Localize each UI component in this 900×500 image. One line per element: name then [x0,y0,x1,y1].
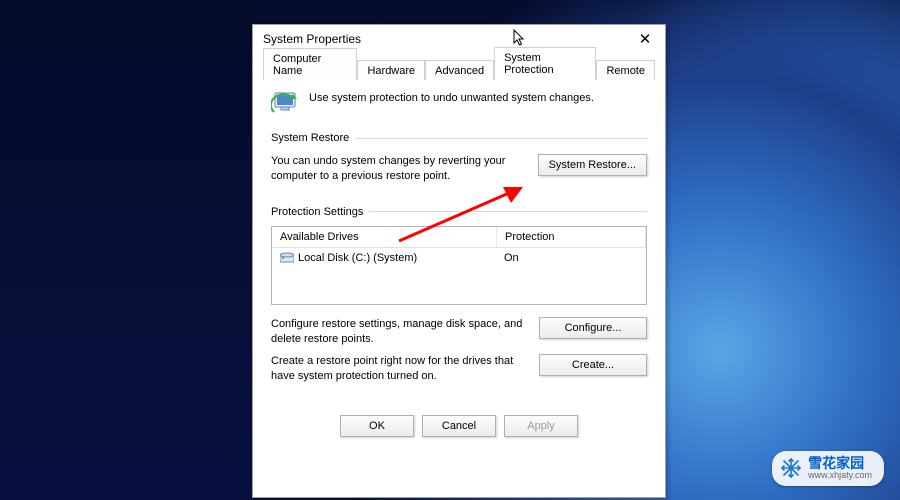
col-protection[interactable]: Protection [497,227,646,247]
close-button[interactable]: ✕ [631,30,659,48]
restore-row: You can undo system changes by reverting… [271,154,647,184]
create-button[interactable]: Create... [539,354,647,376]
watermark-text: 雪花家园 www.xhjaty.com [808,456,872,481]
system-properties-dialog: System Properties ✕ Computer Name Hardwa… [252,24,666,498]
configure-desc: Configure restore settings, manage disk … [271,317,523,347]
drive-row[interactable]: Local Disk (C:) (System) On [272,248,646,304]
intro-text: Use system protection to undo unwanted s… [309,88,594,118]
desktop: System Properties ✕ Computer Name Hardwa… [0,0,900,500]
tab-system-protection[interactable]: System Protection [494,47,596,80]
group-protection-settings: Protection Settings Available Drives Pro… [271,206,647,396]
snowflake-icon [780,457,802,479]
watermark: 雪花家园 www.xhjaty.com [772,451,884,486]
window-title: System Properties [259,32,631,46]
tab-computer-name[interactable]: Computer Name [263,48,357,80]
configure-row: Configure restore settings, manage disk … [271,317,647,347]
dialog-button-row: OK Cancel Apply [253,406,665,443]
apply-button[interactable]: Apply [504,415,578,437]
drive-name-cell: Local Disk (C:) (System) [272,248,496,304]
group-system-restore: System Restore You can undo system chang… [271,132,647,196]
tab-row: Computer Name Hardware Advanced System P… [263,55,655,80]
legend-system-restore: System Restore [271,132,355,144]
restore-desc: You can undo system changes by reverting… [271,154,522,184]
watermark-sub: www.xhjaty.com [808,471,872,481]
drive-name: Local Disk (C:) (System) [298,252,417,264]
drives-list[interactable]: Available Drives Protection Local Disk (… [271,226,647,305]
tab-advanced[interactable]: Advanced [425,60,494,80]
system-protection-icon [271,88,301,118]
drives-header: Available Drives Protection [272,227,646,248]
configure-button[interactable]: Configure... [539,317,647,339]
col-available-drives[interactable]: Available Drives [272,227,497,247]
watermark-main: 雪花家园 [808,456,872,471]
tab-remote[interactable]: Remote [596,60,655,80]
drive-icon [280,252,294,263]
create-row: Create a restore point right now for the… [271,354,647,384]
cancel-button[interactable]: Cancel [422,415,496,437]
create-desc: Create a restore point right now for the… [271,354,523,384]
ok-button[interactable]: OK [340,415,414,437]
drive-protection-cell: On [496,248,646,304]
tab-hardware[interactable]: Hardware [357,60,425,80]
intro-row: Use system protection to undo unwanted s… [271,88,647,118]
system-restore-button[interactable]: System Restore... [538,154,647,176]
tab-body: Use system protection to undo unwanted s… [253,80,665,396]
legend-protection-settings: Protection Settings [271,206,369,218]
